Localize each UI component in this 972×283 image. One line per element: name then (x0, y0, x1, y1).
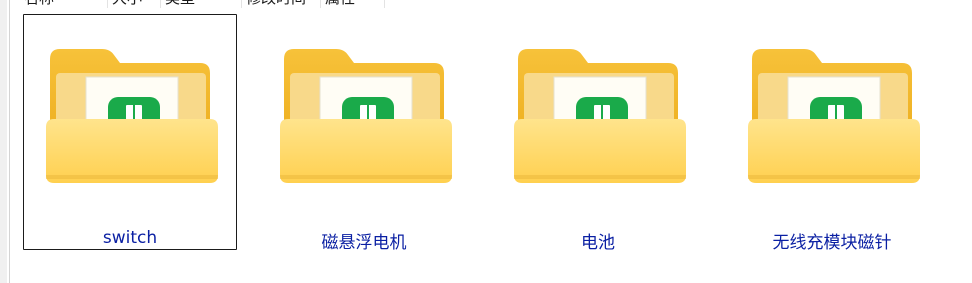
folder-name-label: 无线充模块磁针 (772, 233, 892, 253)
folder-item[interactable]: 无线充模块磁针 (725, 14, 939, 253)
file-explorer-view: 名称 大小 类型 修改时间 属性 (0, 0, 972, 283)
column-header-attributes[interactable]: 属性 (321, 0, 385, 8)
folder-item[interactable]: switch (23, 14, 237, 250)
folder-name-label: switch (102, 228, 158, 248)
column-header-name[interactable]: 名称 (20, 0, 108, 8)
column-header-modified[interactable]: 修改时间 (242, 0, 321, 8)
folder-name-label: 磁悬浮电机 (321, 233, 407, 253)
column-header-size[interactable]: 大小 (108, 0, 161, 8)
folder-with-document-icon (280, 49, 452, 183)
column-header-type[interactable]: 类型 (161, 0, 242, 8)
folder-item[interactable]: 磁悬浮电机 (257, 14, 471, 253)
folder-with-document-icon (46, 49, 218, 183)
folder-with-document-icon (748, 49, 920, 183)
navigation-pane-edge (0, 0, 7, 283)
column-header-row: 名称 大小 类型 修改时间 属性 (20, 0, 385, 8)
folder-name-label: 电池 (581, 233, 615, 253)
folder-item[interactable]: 电池 (491, 14, 705, 253)
folder-with-document-icon (514, 49, 686, 183)
pane-divider[interactable] (9, 0, 10, 283)
